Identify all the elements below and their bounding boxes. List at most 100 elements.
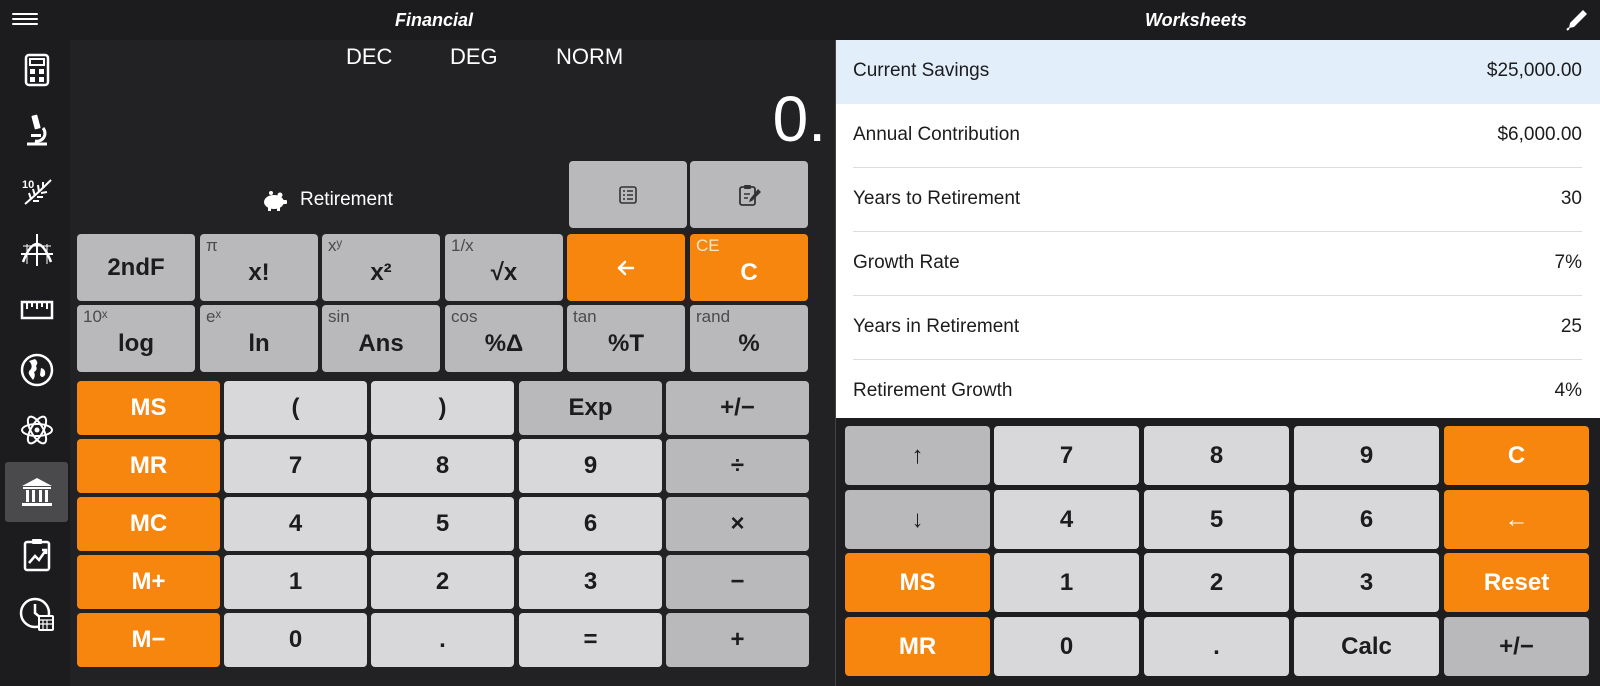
graph-icon[interactable] [5,220,68,280]
key-label: 0 [1059,632,1074,660]
pad-memory-store-button[interactable]: MS [845,553,990,612]
memory-subtract-button[interactable]: M− [77,613,220,667]
microscope-icon[interactable] [5,100,68,160]
digit-4-button[interactable]: 4 [224,497,367,551]
bank-icon[interactable] [5,462,68,522]
digit-9-button[interactable]: 9 [519,439,662,493]
worksheet-row-retirement-growth[interactable]: Retirement Growth 4% [836,360,1600,418]
worksheet-row-years-in-retirement[interactable]: Years in Retirement 25 [836,296,1600,360]
divide-button[interactable]: ÷ [666,439,809,493]
sign-toggle-button[interactable]: +/− [666,381,809,435]
pad-digit-0-button[interactable]: 0 [994,617,1139,676]
row-label: Current Savings [853,60,990,81]
pad-digit-6-button[interactable]: 6 [1294,490,1439,549]
subtract-button[interactable]: − [666,555,809,609]
pad-sign-toggle-button[interactable]: +/− [1444,617,1589,676]
sqrt-button[interactable]: 1/x √x [445,234,563,301]
open-paren-button[interactable]: ( [224,381,367,435]
key-label: M− [131,626,166,653]
pad-digit-4-button[interactable]: 4 [994,490,1139,549]
atom-icon[interactable] [5,400,68,460]
pad-memory-recall-button[interactable]: MR [845,617,990,676]
key-label: ÷ [730,452,745,479]
ruler-icon[interactable] [5,280,68,340]
calculator-title: Financial [395,10,474,30]
factorial-button[interactable]: π x! [200,234,318,301]
memory-store-button[interactable]: MS [77,381,220,435]
worksheet-name: Retirement [300,189,393,210]
pad-digit-2-button[interactable]: 2 [1144,553,1289,612]
pen-icon[interactable] [1565,8,1589,32]
calculator-icon[interactable] [5,40,68,100]
pad-clear-button[interactable]: C [1444,426,1589,485]
piggy-bank-icon [264,191,287,211]
chart-clipboard-icon[interactable] [5,524,68,584]
clock-calendar-icon[interactable] [5,584,68,644]
digit-0-button[interactable]: 0 [224,613,367,667]
equals-button[interactable]: = [519,613,662,667]
pad-backspace-button[interactable]: ← [1444,490,1589,549]
pad-digit-9-button[interactable]: 9 [1294,426,1439,485]
multiply-button[interactable]: × [666,497,809,551]
ans-button[interactable]: sin Ans [322,305,440,372]
pad-digit-7-button[interactable]: 7 [994,426,1139,485]
globe-icon[interactable] [5,340,68,400]
digit-7-button[interactable]: 7 [224,439,367,493]
pad-decimal-button[interactable]: . [1144,617,1289,676]
digit-6-button[interactable]: 6 [519,497,662,551]
add-button[interactable]: + [666,613,809,667]
digit-5-button[interactable]: 5 [371,497,514,551]
row-label: Retirement Growth [853,380,1013,401]
percent-button[interactable]: rand% [690,305,808,372]
digit-1-button[interactable]: 1 [224,555,367,609]
digit-8-button[interactable]: 8 [371,439,514,493]
log-button[interactable]: 10ˣ log [77,305,195,372]
worksheet-row-current-savings[interactable]: Current Savings $25,000.00 [836,40,1600,104]
percent-change-button[interactable]: cos %Δ [445,305,563,372]
pad-digit-1-button[interactable]: 1 [994,553,1139,612]
memory-clear-button[interactable]: MC [77,497,220,551]
secondary-function-label: rand [696,307,731,326]
worksheet-row-annual-contribution[interactable]: Annual Contribution $6,000.00 [836,104,1600,168]
memory-add-button[interactable]: M+ [77,555,220,609]
digit-2-button[interactable]: 2 [371,555,514,609]
angle-mode[interactable]: DEG [450,44,498,70]
pad-reset-button[interactable]: Reset [1444,553,1589,612]
fern-icon[interactable]: 10 [5,160,68,220]
key-label: 1 [288,568,303,595]
edit-notes-button[interactable] [690,161,808,228]
clear-button[interactable]: CE C [690,234,808,301]
key-label: ↓ [911,505,924,533]
memory-recall-button[interactable]: MR [77,439,220,493]
menu-icon[interactable] [12,10,38,30]
pad-calc-button[interactable]: Calc [1294,617,1439,676]
number-mode[interactable]: DEC [346,44,392,70]
pad-next-row-button[interactable]: ↓ [845,490,990,549]
worksheet-selector[interactable]: Retirement [260,185,393,215]
2ndf-button[interactable]: 2ndF [77,234,195,301]
exp-button[interactable]: Exp [519,381,662,435]
key-label: 9 [1359,441,1374,469]
pad-digit-5-button[interactable]: 5 [1144,490,1289,549]
list-button[interactable] [569,161,687,228]
pad-digit-8-button[interactable]: 8 [1144,426,1289,485]
key-label: MS [899,568,936,596]
secondary-function-label: 10ˣ [83,307,108,326]
square-button[interactable]: xʸ x² [322,234,440,301]
ln-button[interactable]: eˣ ln [200,305,318,372]
row-label: Growth Rate [853,252,960,273]
worksheet-row-years-to-retirement[interactable]: Years to Retirement 30 [836,168,1600,232]
percent-total-button[interactable]: tan %T [567,305,685,372]
key-label: 4 [1059,505,1074,533]
pad-previous-row-button[interactable]: ↑ [845,426,990,485]
close-paren-button[interactable]: ) [371,381,514,435]
pad-digit-3-button[interactable]: 3 [1294,553,1439,612]
key-label: 5 [1209,505,1224,533]
decimal-button[interactable]: . [371,613,514,667]
worksheet-row-growth-rate[interactable]: Growth Rate 7% [836,232,1600,296]
backspace-button[interactable] [567,234,685,301]
list-icon [619,185,637,204]
format-mode[interactable]: NORM [556,44,623,70]
digit-3-button[interactable]: 3 [519,555,662,609]
worksheets-title: Worksheets [1145,10,1247,30]
